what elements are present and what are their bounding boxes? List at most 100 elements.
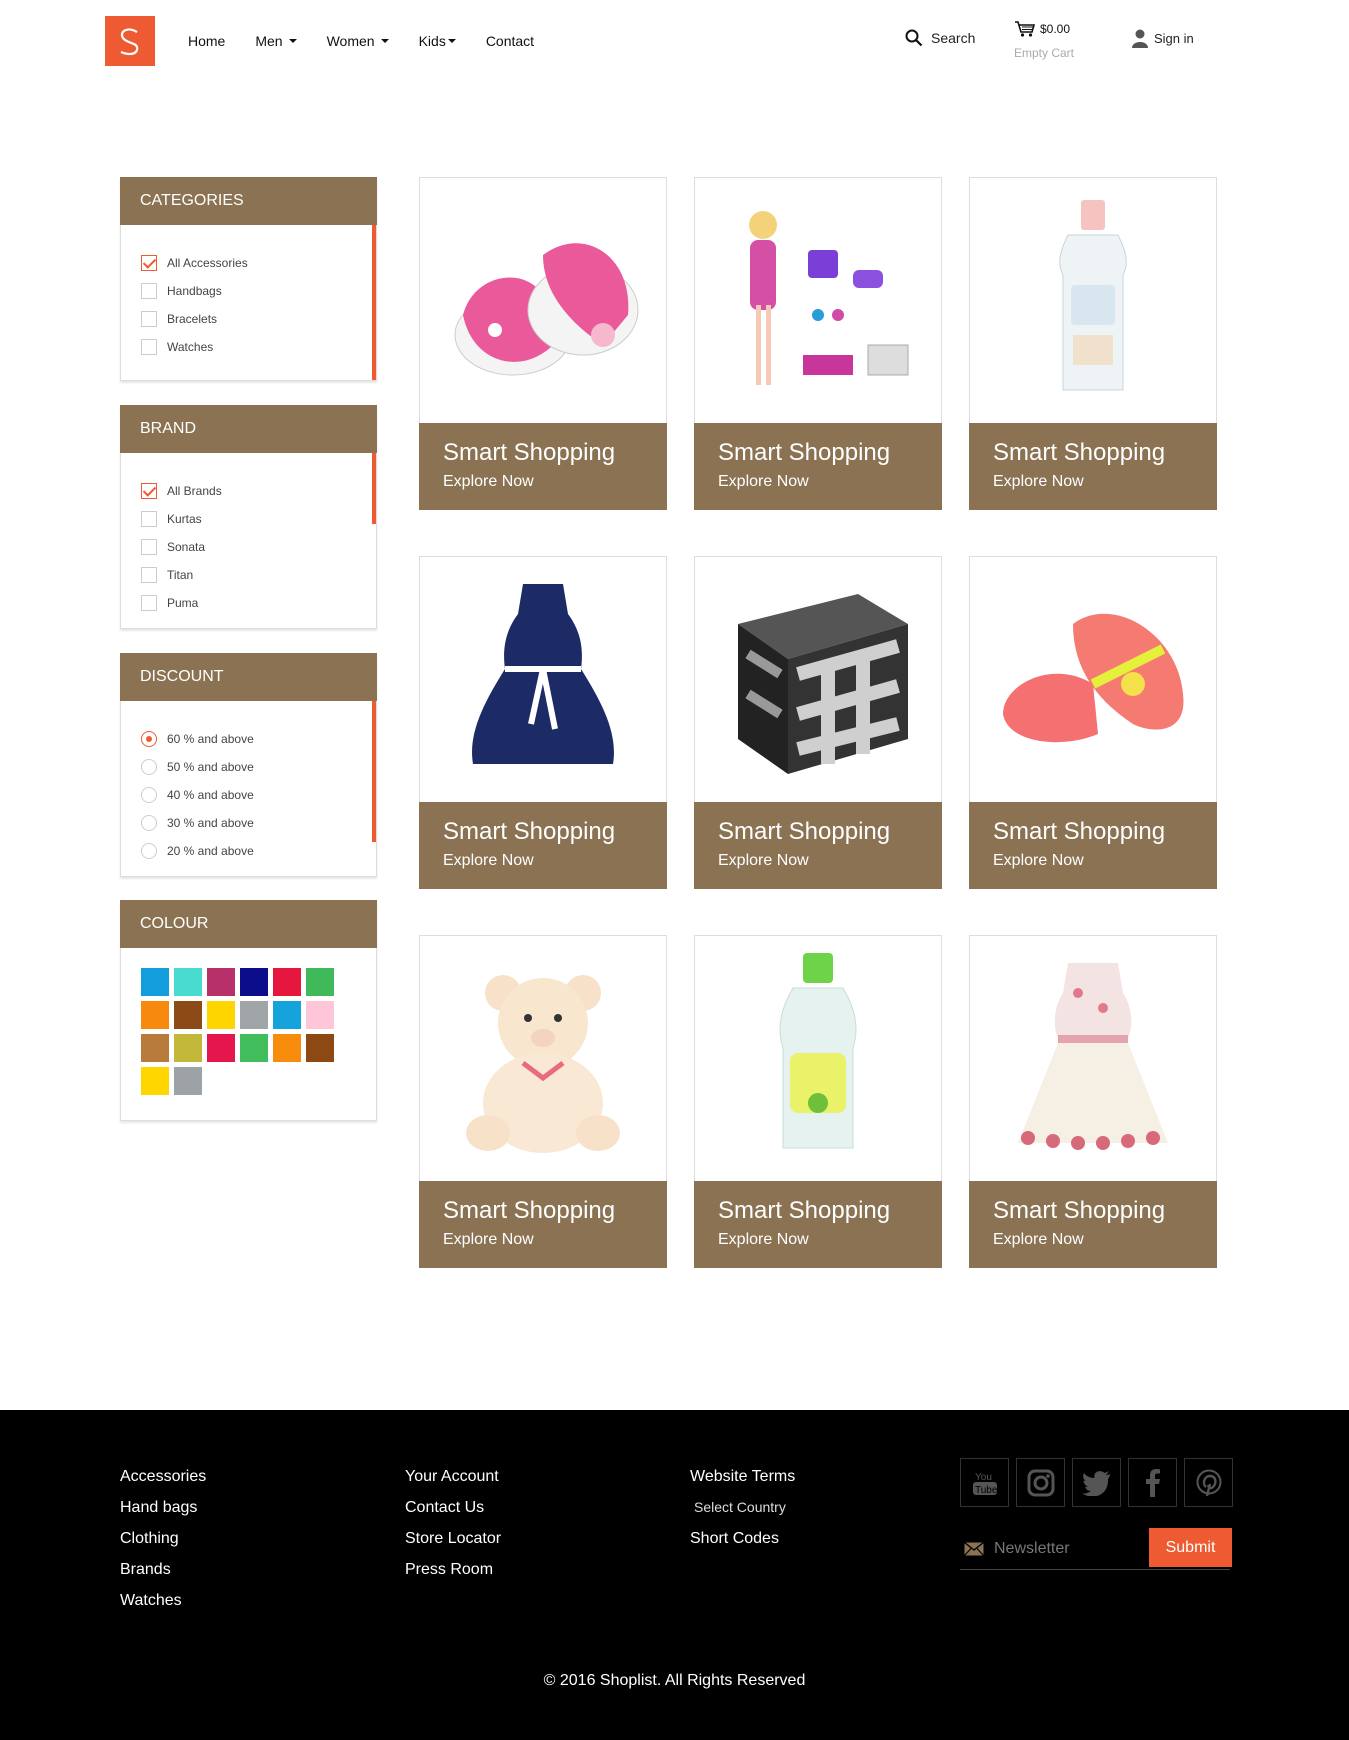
brand-option[interactable]: Kurtas <box>141 505 356 533</box>
product-card[interactable]: Smart Shopping Explore Now <box>694 177 942 510</box>
explore-now-link[interactable]: Explore Now <box>993 852 1193 870</box>
colour-swatch[interactable] <box>306 1034 334 1062</box>
twitter-icon[interactable] <box>1072 1458 1121 1507</box>
colour-swatch[interactable] <box>240 1001 268 1029</box>
pinterest-icon[interactable] <box>1184 1458 1233 1507</box>
discount-option[interactable]: 40 % and above <box>141 781 356 809</box>
baby-oil-image[interactable] <box>970 178 1216 422</box>
cart-button[interactable]: $0.00 Empty Cart <box>1014 20 1074 60</box>
checkbox[interactable] <box>141 339 157 355</box>
radio[interactable] <box>141 759 157 775</box>
checkbox-checked[interactable] <box>141 483 157 499</box>
brand-option[interactable]: Puma <box>141 589 356 617</box>
radio[interactable] <box>141 843 157 859</box>
colour-swatch[interactable] <box>141 1001 169 1029</box>
footer-link[interactable]: Brands <box>120 1561 206 1592</box>
nav-contact[interactable]: Contact <box>486 33 534 49</box>
colour-swatch[interactable] <box>174 968 202 996</box>
colour-swatch[interactable] <box>207 968 235 996</box>
youtube-icon[interactable]: You Tube <box>960 1458 1009 1507</box>
footer-link[interactable]: Accessories <box>120 1468 206 1499</box>
colour-swatch[interactable] <box>273 1034 301 1062</box>
footer-link[interactable]: Store Locator <box>405 1530 501 1561</box>
product-card[interactable]: Smart Shopping Explore Now <box>969 177 1217 510</box>
product-card[interactable]: Smart Shopping Explore Now <box>969 556 1217 889</box>
checkbox[interactable] <box>141 311 157 327</box>
explore-now-link[interactable]: Explore Now <box>443 852 643 870</box>
category-option[interactable]: Watches <box>141 333 356 361</box>
colour-swatch[interactable] <box>207 1001 235 1029</box>
colour-swatch[interactable] <box>306 1001 334 1029</box>
colour-swatch[interactable] <box>141 1034 169 1062</box>
signin-button[interactable]: Sign in <box>1132 28 1194 48</box>
doll-set-image[interactable] <box>695 178 941 422</box>
radio[interactable] <box>141 815 157 831</box>
colour-swatch[interactable] <box>141 968 169 996</box>
colour-swatch[interactable] <box>174 1001 202 1029</box>
brand-option[interactable]: All Brands <box>141 477 356 505</box>
navy-dress-image[interactable] <box>420 557 666 801</box>
category-option[interactable]: All Accessories <box>141 249 356 277</box>
checkbox[interactable] <box>141 539 157 555</box>
checkbox-checked[interactable] <box>141 255 157 271</box>
explore-now-link[interactable]: Explore Now <box>718 473 918 491</box>
floral-dress-image[interactable] <box>970 936 1216 1180</box>
explore-now-link[interactable]: Explore Now <box>993 1231 1193 1249</box>
brand-option[interactable]: Sonata <box>141 533 356 561</box>
radio-selected[interactable] <box>141 731 157 747</box>
footer-link[interactable]: Clothing <box>120 1530 206 1561</box>
explore-now-link[interactable]: Explore Now <box>443 473 643 491</box>
nav-men[interactable]: Men <box>255 33 297 49</box>
colour-swatch[interactable] <box>273 1001 301 1029</box>
product-card[interactable]: Smart Shopping Explore Now <box>694 556 942 889</box>
product-card[interactable]: Smart Shopping Explore Now <box>419 556 667 889</box>
product-card[interactable]: Smart Shopping Explore Now <box>419 935 667 1268</box>
explore-now-link[interactable]: Explore Now <box>993 473 1193 491</box>
checkbox[interactable] <box>141 595 157 611</box>
colour-swatch[interactable] <box>174 1067 202 1095</box>
explore-now-link[interactable]: Explore Now <box>718 1231 918 1249</box>
discount-option[interactable]: 50 % and above <box>141 753 356 781</box>
colour-swatch[interactable] <box>273 968 301 996</box>
colour-swatch[interactable] <box>207 1034 235 1062</box>
shoplist-logo[interactable] <box>105 16 155 66</box>
discount-option[interactable]: 60 % and above <box>141 725 356 753</box>
colour-swatch[interactable] <box>240 968 268 996</box>
mirror-cube-image[interactable] <box>695 557 941 801</box>
explore-now-link[interactable]: Explore Now <box>443 1231 643 1249</box>
product-card[interactable]: Smart Shopping Explore Now <box>419 177 667 510</box>
instagram-icon[interactable] <box>1016 1458 1065 1507</box>
discount-option[interactable]: 30 % and above <box>141 809 356 837</box>
select-country[interactable]: Select Country <box>690 1499 795 1530</box>
footer-link[interactable]: Watches <box>120 1592 206 1623</box>
colour-swatch[interactable] <box>141 1067 169 1095</box>
footer-link[interactable]: Hand bags <box>120 1499 206 1530</box>
product-card[interactable]: Smart Shopping Explore Now <box>694 935 942 1268</box>
checkbox[interactable] <box>141 283 157 299</box>
footer-link[interactable]: Website Terms <box>690 1468 795 1499</box>
footer-link[interactable]: Contact Us <box>405 1499 501 1530</box>
teddy-bear-image[interactable] <box>420 936 666 1180</box>
footer-link[interactable]: Your Account <box>405 1468 501 1499</box>
category-option[interactable]: Bracelets <box>141 305 356 333</box>
colour-swatch[interactable] <box>174 1034 202 1062</box>
checkbox[interactable] <box>141 567 157 583</box>
colour-swatch[interactable] <box>240 1034 268 1062</box>
nav-kids[interactable]: Kids <box>419 33 456 49</box>
footer-link[interactable]: Press Room <box>405 1561 501 1592</box>
radio[interactable] <box>141 787 157 803</box>
nav-home[interactable]: Home <box>188 33 225 49</box>
sandals-image[interactable] <box>970 557 1216 801</box>
footer-link[interactable]: Short Codes <box>690 1530 795 1561</box>
search-button[interactable]: Search <box>905 29 975 47</box>
baby-shoes-image[interactable] <box>420 178 666 422</box>
facebook-icon[interactable] <box>1128 1458 1177 1507</box>
brand-option[interactable]: Titan <box>141 561 356 589</box>
product-card[interactable]: Smart Shopping Explore Now <box>969 935 1217 1268</box>
hair-oil-image[interactable] <box>695 936 941 1180</box>
colour-swatch[interactable] <box>306 968 334 996</box>
submit-button[interactable]: Submit <box>1149 1528 1232 1567</box>
nav-women[interactable]: Women <box>327 33 389 49</box>
checkbox[interactable] <box>141 511 157 527</box>
category-option[interactable]: Handbags <box>141 277 356 305</box>
